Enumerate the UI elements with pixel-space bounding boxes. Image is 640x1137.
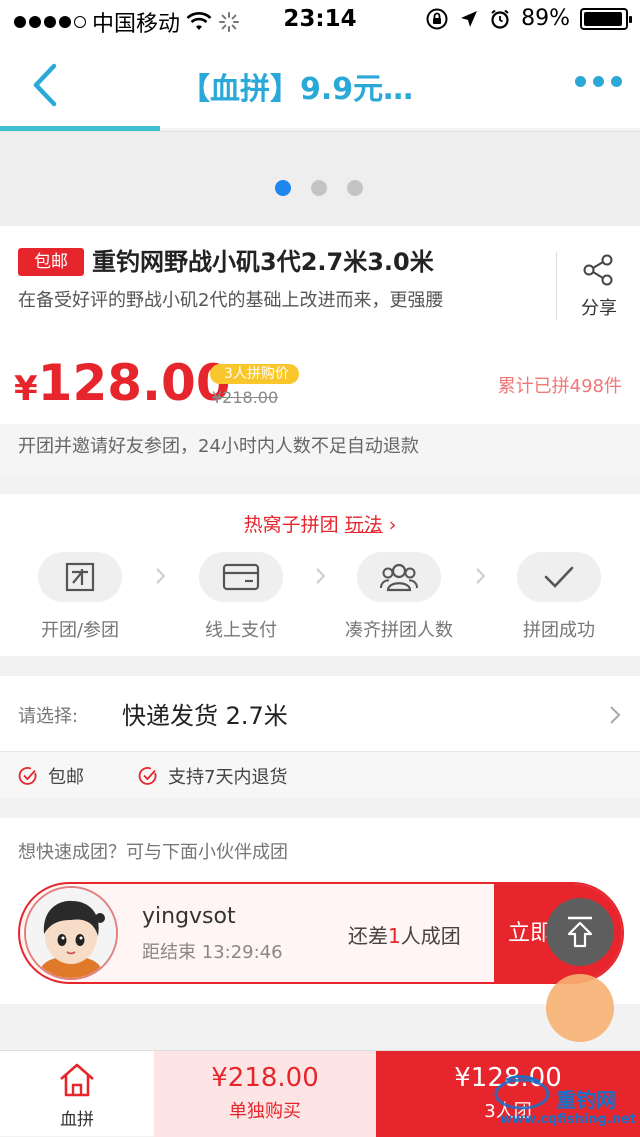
watermark-url: www.cqfishing.net (500, 1112, 637, 1127)
carousel-pager (275, 180, 363, 196)
dot-icon (611, 76, 622, 87)
step-open-group: 开团/参团 (5, 552, 155, 642)
join-username: yingvsot (142, 904, 236, 929)
group-price-tag: 3人拼购价 (210, 364, 299, 384)
battery-percent: 89% (521, 6, 570, 31)
need-suffix: 人成团 (400, 924, 461, 948)
step-label: 开团/参团 (40, 620, 120, 641)
step-online-pay: 线上支付 (166, 552, 316, 642)
pager-dot[interactable] (311, 180, 327, 196)
how-to-play-link[interactable]: 玩法 (345, 514, 383, 536)
share-icon (583, 254, 613, 286)
product-description: 在备受好评的野战小矶2代的基础上改进而来，更强腰 (18, 290, 444, 311)
tab-home[interactable]: 血拼 (0, 1051, 154, 1137)
free-shipping-tag: 包邮 (18, 248, 84, 276)
location-arrow-icon (461, 10, 478, 27)
share-button[interactable]: 分享 (574, 252, 624, 320)
service-benefits: 包邮 支持7天内退货 (0, 752, 640, 798)
group-price: ¥128.00 (14, 354, 231, 412)
home-icon (60, 1063, 94, 1097)
spec-select-row[interactable]: 请选择: 快递发货 2.7米 (0, 676, 640, 752)
need-count: 1 (388, 924, 401, 948)
benefit-7day-return: 支持7天内退货 (138, 763, 287, 789)
group-rules-title: 热窝子拼团 玩法 › (0, 510, 640, 537)
dot-icon (593, 76, 604, 87)
price-value: 128.00 (37, 354, 231, 412)
people-needed: 还差1人成团 (348, 920, 461, 949)
card-icon (222, 563, 260, 591)
open-group-icon (65, 562, 95, 592)
buy-single-button[interactable]: ¥218.00 单独购买 (154, 1051, 376, 1137)
floating-action-button[interactable] (546, 974, 614, 1042)
avatar (24, 886, 118, 980)
select-label: 请选择: (18, 706, 79, 727)
nav-bar: 【血拼】9.9元… (0, 40, 640, 128)
people-icon (380, 563, 418, 592)
need-prefix: 还差 (348, 924, 388, 948)
step-pill (199, 552, 283, 602)
image-carousel[interactable] (0, 132, 640, 226)
step-label: 线上支付 (205, 620, 277, 641)
chevron-left-icon (33, 63, 57, 107)
avatar-cartoon-icon (26, 888, 116, 978)
benefit-label: 支持7天内退货 (168, 767, 288, 788)
countdown-prefix: 距结束 (142, 942, 196, 963)
pager-dot-active[interactable] (275, 180, 291, 196)
dot-icon (575, 76, 586, 87)
countdown: 距结束 13:29:46 (142, 938, 283, 964)
product-info-card: 包邮 重钓网野战小矶3代2.7米3.0米 在备受好评的野战小矶2代的基础上改进而… (0, 226, 640, 474)
alarm-icon (491, 9, 509, 29)
orientation-lock-icon (426, 8, 448, 29)
refund-notice: 开团并邀请好友参团，24小时内人数不足自动退款 (0, 424, 640, 474)
share-divider (556, 252, 557, 320)
watermark-brand: 重钓网 (556, 1088, 616, 1112)
battery-icon (580, 7, 632, 30)
product-title: 重钓网野战小矶3代2.7米3.0米 (92, 248, 434, 276)
step-label: 凑齐拼团人数 (345, 620, 453, 641)
step-label: 拼团成功 (523, 620, 595, 641)
step-pill (517, 552, 601, 602)
check-circle-icon (18, 767, 37, 785)
check-icon (544, 566, 574, 588)
benefit-free-shipping: 包邮 (18, 763, 84, 789)
share-label: 分享 (581, 298, 617, 319)
step-group-success: 拼团成功 (484, 552, 634, 642)
join-group-section: 想快速成团？可与下面小伙伴成团 yingvsot 距结束 13:29:46 还差… (0, 818, 640, 1004)
step-gather-people: 凑齐拼团人数 (324, 552, 474, 642)
chevron-right-icon (610, 706, 621, 724)
countdown-time: 13:29:46 (201, 942, 283, 963)
join-group-card[interactable]: yingvsot 距结束 13:29:46 还差1人成团 立即 (18, 882, 624, 984)
single-price: ¥218.00 (211, 1063, 319, 1093)
group-rules-name: 热窝子拼团 (243, 514, 339, 536)
select-value: 快递发货 2.7米 (122, 702, 288, 730)
status-bar: 中国移动 23:14 89% (0, 0, 640, 40)
tab-home-label: 血拼 (60, 1110, 94, 1130)
page-title: 【血拼】9.9元… (180, 72, 414, 107)
price-symbol: ¥ (14, 369, 38, 409)
original-price: ¥218.00 (212, 388, 279, 407)
scroll-to-top-button[interactable] (546, 898, 614, 966)
step-pill (357, 552, 441, 602)
more-menu-button[interactable] (575, 76, 622, 87)
status-right: 89% (425, 6, 632, 31)
step-pill (38, 552, 122, 602)
group-rules-card: 热窝子拼团 玩法 › 开团/参团 线上支付 凑齐拼团人数 拼团成功 (0, 494, 640, 656)
check-circle-icon (138, 767, 157, 785)
rules-arrow: › (388, 514, 397, 536)
back-button[interactable] (24, 60, 68, 110)
pager-dot[interactable] (347, 180, 363, 196)
sold-count: 累计已拼498件 (497, 376, 622, 397)
single-label: 单独购买 (229, 1101, 301, 1122)
arrow-up-icon (567, 916, 593, 948)
join-group-title: 想快速成团？可与下面小伙伴成团 (18, 842, 288, 863)
benefit-label: 包邮 (48, 767, 84, 788)
